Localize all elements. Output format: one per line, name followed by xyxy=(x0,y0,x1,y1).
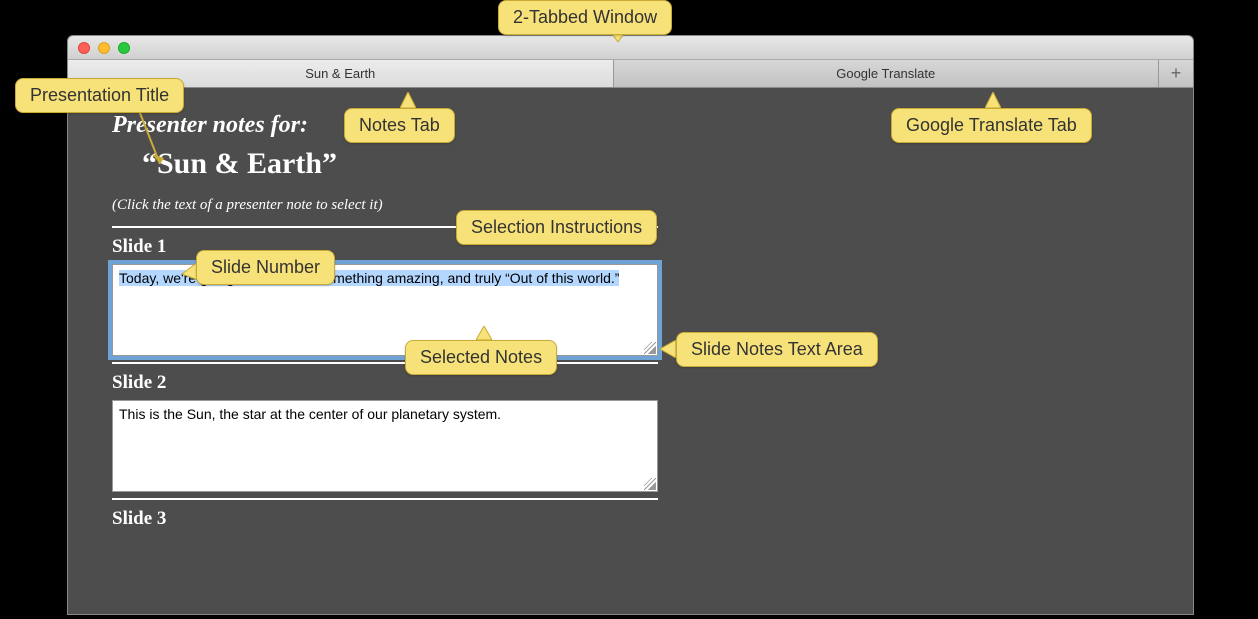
callout-selection-instructions: Selection Instructions xyxy=(456,210,657,245)
callout-google-translate-tab: Google Translate Tab xyxy=(891,108,1092,143)
close-button[interactable] xyxy=(78,42,90,54)
note-text: This is the Sun, the star at the center … xyxy=(119,406,501,422)
tab-google-translate[interactable]: Google Translate xyxy=(614,60,1160,87)
callout-tabbed-window: 2-Tabbed Window xyxy=(498,0,672,35)
tab-google-translate-label: Google Translate xyxy=(836,66,935,81)
plus-icon: + xyxy=(1171,63,1182,84)
minimize-button[interactable] xyxy=(98,42,110,54)
new-tab-button[interactable]: + xyxy=(1159,60,1193,87)
callout-slide-notes-text-area: Slide Notes Text Area xyxy=(676,332,878,367)
slide-notes-textarea[interactable]: This is the Sun, the star at the center … xyxy=(112,400,658,492)
callout-presentation-title: Presentation Title xyxy=(15,78,184,113)
tab-bar: Sun & Earth Google Translate + xyxy=(68,60,1193,88)
slides-list: Slide 1 Today, we're going to talk about… xyxy=(112,226,658,530)
titlebar xyxy=(68,36,1193,60)
callout-slide-number: Slide Number xyxy=(196,250,335,285)
content-area: Presenter notes for: “Sun & Earth” (Clic… xyxy=(68,88,1193,536)
callout-selected-notes: Selected Notes xyxy=(405,340,557,375)
divider xyxy=(112,362,658,364)
divider xyxy=(112,498,658,500)
slide-label: Slide 2 xyxy=(112,372,658,394)
callout-notes-tab: Notes Tab xyxy=(344,108,455,143)
slide-notes-textarea[interactable]: Today, we're going to talk about somethi… xyxy=(112,264,658,356)
selected-note-text: Today, we're going to talk about somethi… xyxy=(119,270,619,286)
slide-label: Slide 3 xyxy=(112,508,658,530)
tab-notes-label: Sun & Earth xyxy=(305,66,375,81)
maximize-button[interactable] xyxy=(118,42,130,54)
presentation-title: “Sun & Earth” xyxy=(142,147,1149,181)
